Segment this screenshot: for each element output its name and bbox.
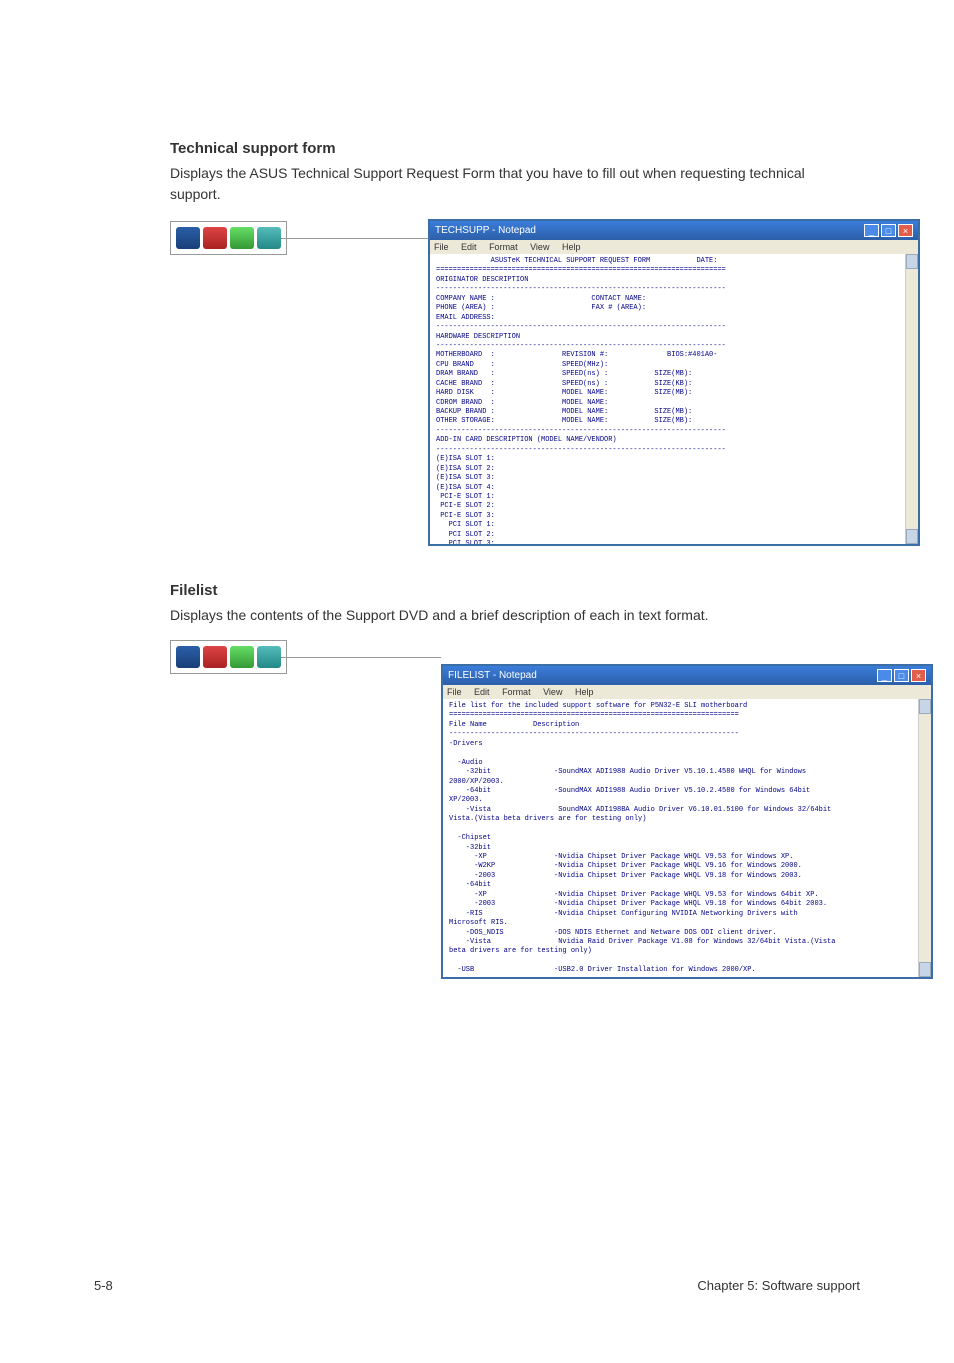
- page-number: 5-8: [94, 1278, 113, 1293]
- notepad-body-1: ASUSTeK TECHNICAL SUPPORT REQUEST FORM D…: [430, 254, 918, 544]
- section1-title: Technical support form: [170, 140, 859, 157]
- close-icon[interactable]: ×: [898, 224, 913, 237]
- menu-file[interactable]: File: [434, 242, 449, 252]
- green-icon: [230, 646, 254, 668]
- screenshot2: FILELIST - Notepad _ □ × File Edit Forma…: [170, 640, 859, 979]
- red-icon: [203, 227, 227, 249]
- notepad-window-2: FILELIST - Notepad _ □ × File Edit Forma…: [441, 664, 933, 979]
- scrollbar-1[interactable]: [905, 254, 918, 544]
- titlebar-1: TECHSUPP - Notepad _ □ ×: [430, 221, 918, 240]
- menubar-1: File Edit Format View Help: [430, 240, 918, 254]
- callout-line-1: [281, 238, 428, 239]
- mb-icon: [176, 646, 200, 668]
- section2-desc: Displays the contents of the Support DVD…: [170, 605, 859, 626]
- scrollbar-2[interactable]: [918, 699, 931, 977]
- menu-help[interactable]: Help: [562, 242, 581, 252]
- menu-edit[interactable]: Edit: [474, 687, 490, 697]
- toolbar-icons-2: [170, 640, 287, 674]
- menu-view[interactable]: View: [530, 242, 549, 252]
- menu-view[interactable]: View: [543, 687, 562, 697]
- menu-edit[interactable]: Edit: [461, 242, 477, 252]
- section2-title: Filelist: [170, 582, 859, 599]
- section1-desc: Displays the ASUS Technical Support Requ…: [170, 163, 859, 205]
- menubar-2: File Edit Format View Help: [443, 685, 931, 699]
- menu-help[interactable]: Help: [575, 687, 594, 697]
- notepad-body-2: File list for the included support softw…: [443, 699, 931, 977]
- chapter-label: Chapter 5: Software support: [697, 1278, 860, 1293]
- window-controls-2: _ □ ×: [877, 669, 926, 682]
- titlebar-text-1: TECHSUPP - Notepad: [435, 225, 536, 236]
- menu-file[interactable]: File: [447, 687, 462, 697]
- notepad-window-1: TECHSUPP - Notepad _ □ × File Edit Forma…: [428, 219, 920, 546]
- window-controls-1: _ □ ×: [864, 224, 913, 237]
- screenshot1: TECHSUPP - Notepad _ □ × File Edit Forma…: [170, 219, 859, 546]
- page-footer: 5-8 Chapter 5: Software support: [94, 1278, 860, 1293]
- minimize-icon[interactable]: _: [877, 669, 892, 682]
- callout-line-2: [281, 657, 441, 658]
- maximize-icon[interactable]: □: [881, 224, 896, 237]
- callout-icons-2: [170, 640, 287, 674]
- callout-icons-1: [170, 221, 287, 255]
- titlebar-text-2: FILELIST - Notepad: [448, 670, 537, 681]
- titlebar-2: FILELIST - Notepad _ □ ×: [443, 666, 931, 685]
- mb-icon: [176, 227, 200, 249]
- red-icon: [203, 646, 227, 668]
- menu-format[interactable]: Format: [502, 687, 531, 697]
- toolbar-icons: [170, 221, 287, 255]
- green-icon: [230, 227, 254, 249]
- teal-icon: [257, 646, 281, 668]
- menu-format[interactable]: Format: [489, 242, 518, 252]
- teal-icon: [257, 227, 281, 249]
- minimize-icon[interactable]: _: [864, 224, 879, 237]
- close-icon[interactable]: ×: [911, 669, 926, 682]
- maximize-icon[interactable]: □: [894, 669, 909, 682]
